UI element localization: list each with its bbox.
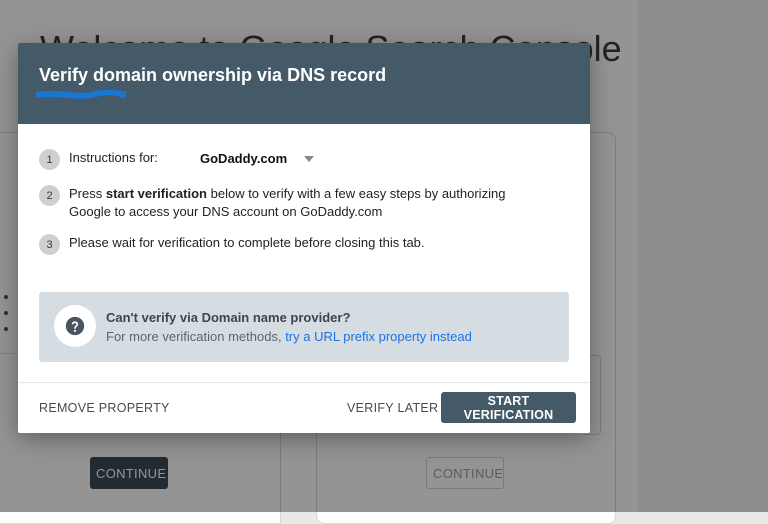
redacted-domain-name — [36, 90, 126, 99]
step-text: Press start verification below to verify… — [69, 185, 549, 221]
verify-dns-dialog: Verify domain ownership via DNS record 1… — [18, 43, 590, 433]
alternative-verification-box: Can't verify via Domain name provider? F… — [39, 292, 569, 362]
help-icon-container — [54, 305, 96, 347]
help-text-body: For more verification methods, — [106, 329, 286, 344]
url-prefix-link[interactable]: try a URL prefix property instead — [285, 329, 472, 344]
start-verification-button[interactable]: START VERIFICATION — [441, 392, 576, 423]
help-title: Can't verify via Domain name provider? — [106, 310, 351, 325]
question-circle-icon — [65, 316, 85, 336]
instructions-label: Instructions for: — [69, 150, 158, 165]
step-text: Instructions for: GoDaddy.com — [69, 149, 549, 167]
step-number: 2 — [39, 185, 60, 206]
step-text-prefix: Press — [69, 186, 106, 201]
footer-divider — [18, 382, 590, 383]
dialog-title: Verify domain ownership via DNS record — [39, 65, 387, 85]
help-text: For more verification methods, try a URL… — [106, 329, 472, 344]
step-1: 1 Instructions for: GoDaddy.com — [39, 149, 559, 170]
step-2: 2 Press start verification below to veri… — [39, 185, 559, 221]
step-text: Please wait for verification to complete… — [69, 235, 425, 250]
caret-down-icon[interactable] — [304, 156, 314, 162]
step-3: 3 Please wait for verification to comple… — [39, 234, 559, 255]
step-text-bold: start verification — [105, 186, 207, 201]
remove-property-button[interactable]: REMOVE PROPERTY — [39, 392, 170, 423]
verify-later-button[interactable]: VERIFY LATER — [347, 392, 438, 423]
dialog-header: Verify domain ownership via DNS record — [18, 43, 590, 124]
dns-provider-select[interactable]: GoDaddy.com — [200, 150, 287, 168]
step-number: 1 — [39, 149, 60, 170]
step-number: 3 — [39, 234, 60, 255]
